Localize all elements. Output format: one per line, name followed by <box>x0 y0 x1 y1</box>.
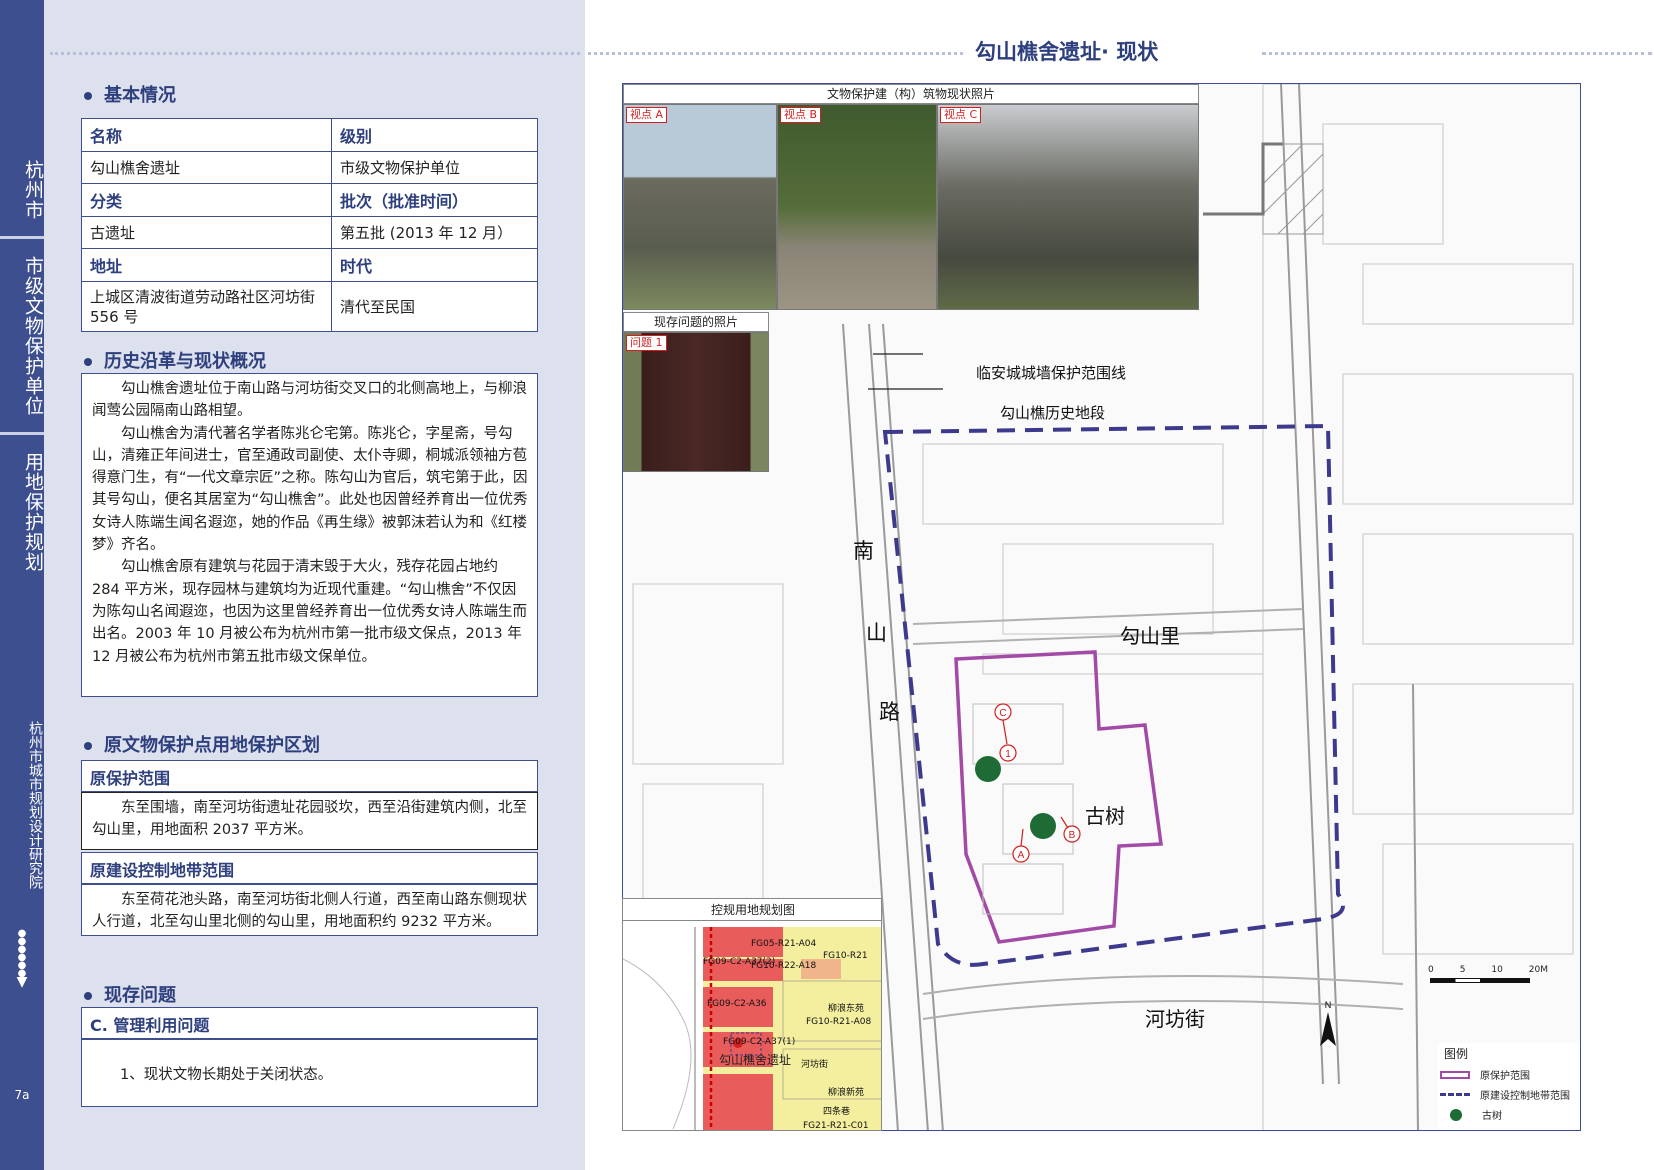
inset-label: 柳浪东苑 <box>828 1004 865 1014</box>
address-value: 上城区清波街道劳动路社区河坊街 556 号 <box>81 281 332 332</box>
road-nanshan-1: 南 <box>853 539 874 563</box>
control-zone-label: 原建设控制地带范围 <box>81 852 538 884</box>
inset-label: FG10-R21 <box>823 951 868 961</box>
marker-a: A <box>1018 850 1025 861</box>
legend-item-protection: 原保护范围 <box>1438 1067 1530 1082</box>
page-number: 7a <box>14 1088 30 1102</box>
legend-title: 图例 <box>1444 1047 1469 1061</box>
era-label: 时代 <box>331 248 538 282</box>
photo-panel-title: 文物保护建（构）筑物现状照片 <box>623 84 1199 104</box>
issue-category-label: C. 管理利用问题 <box>81 1007 538 1039</box>
protection-range-label: 原保护范围 <box>81 760 538 792</box>
scale-tick: 10 <box>1491 965 1503 975</box>
section-protection: 原文物保护点用地保护区划 <box>84 731 320 757</box>
divider-dots <box>50 52 580 55</box>
control-zone-boundary <box>882 423 1345 967</box>
bullet-icon <box>84 992 92 1000</box>
inset-label: FG10-R21-A08 <box>806 1017 872 1027</box>
callout-city-wall: 临安城城墙保护范围线 <box>976 364 1127 382</box>
bullet-icon <box>84 742 92 750</box>
history-paragraph: 勾山樵舍遗址位于南山路与河坊街交叉口的北侧高地上，与柳浪闻莺公园隔南山路相望。 <box>92 381 527 420</box>
basic-info-table: 名称 级别 勾山樵舍遗址 市级文物保护单位 分类 批次（批准时间） 古遗址 第五… <box>81 118 538 332</box>
tree-icon <box>1450 1108 1462 1121</box>
band-organization-label: 杭州市城市规划设计研究院 <box>27 721 43 889</box>
photo-viewpoint-a[interactable]: 视点 A <box>623 104 777 310</box>
page-title: 勾山樵舍遗址· 现状 <box>975 40 1159 64</box>
issues-textbox: 1、现状文物长期处于关闭状态。 <box>81 1039 538 1107</box>
north-label: N <box>1325 1000 1332 1010</box>
batch-value: 第五批 (2013 年 12 月） <box>331 216 538 249</box>
name-value: 勾山樵舍遗址 <box>81 151 332 184</box>
legend-item-control: 原建设控制地带范围 <box>1438 1087 1570 1102</box>
era-value: 清代至民国 <box>331 281 538 332</box>
history-paragraph: 勾山樵舍原有建筑与花园于清末毁于大火，残存花园占地约 284 平方米，现存园林与… <box>92 559 527 665</box>
road-hefang: 河坊街 <box>1145 1007 1205 1031</box>
legend-item-tree: 古树 <box>1438 1107 1502 1122</box>
protection-boundary <box>954 650 1163 944</box>
band-city-label: 杭州市 <box>22 160 44 220</box>
address-label: 地址 <box>81 248 332 282</box>
legend-swatch <box>1440 1093 1470 1096</box>
divider-dots <box>588 52 963 55</box>
section-basic-info: 基本情况 <box>84 81 176 107</box>
inset-landuse-map[interactable]: 控规用地规划图 FG05-R21-A04 FG09-C2-A37(2) FG10… <box>622 898 882 1131</box>
photo-tag-a: 视点 A <box>626 107 668 123</box>
section-history: 历史沿革与现状概况 <box>84 347 266 373</box>
scale-bar: 0 5 10 20M <box>1428 965 1548 995</box>
problem-panel-title: 现存问题的照片 <box>623 312 769 332</box>
inset-site-label: 勾山樵舍遗址 <box>719 1053 792 1067</box>
category-label: 分类 <box>81 183 332 217</box>
band-divider <box>0 236 44 239</box>
category-value: 古遗址 <box>81 216 332 249</box>
history-paragraph: 勾山樵舍为清代著名学者陈兆仑宅第。陈兆仑，字星斋，号勾山，清雍正年间进士，官至通… <box>92 425 528 554</box>
callout-historic-district: 勾山樵历史地段 <box>1000 404 1106 422</box>
inset-label: 四条巷 <box>823 1107 851 1117</box>
inset-label: 柳浪新苑 <box>828 1088 865 1098</box>
control-zone-text: 东至荷花池头路，南至河坊街北侧人行道，西至南山路东侧现状人行道，北至勾山里北侧的… <box>92 892 527 931</box>
scale-tick: 20M <box>1528 965 1548 975</box>
map-legend: 图例 原保护范围 原建设控制地带范围 古树 <box>1438 1043 1580 1129</box>
marker-c: C <box>999 708 1006 719</box>
inset-label: FG09-C2-A36 <box>707 999 767 1009</box>
level-label: 级别 <box>331 118 538 152</box>
band-chapter-label: 用地保护规划 <box>22 452 44 572</box>
scale-tick: 5 <box>1459 965 1466 975</box>
band-unit-label: 市级文物保护单位 <box>22 256 44 416</box>
photo-viewpoint-c[interactable]: 视点 C <box>937 104 1199 310</box>
legend-swatch <box>1440 1070 1470 1079</box>
issue-item: 1、现状文物长期处于关闭状态。 <box>120 1067 333 1083</box>
photo-tag-problem: 问题 1 <box>626 335 667 351</box>
scale-tick: 0 <box>1428 965 1434 975</box>
inset-label: FG05-R21-A04 <box>751 939 817 949</box>
bullet-icon <box>84 92 92 100</box>
protection-range-textbox: 东至围墙，南至河坊街遗址花园驳坎，西至沿街建筑内侧，北至勾山里，用地面积 203… <box>81 792 538 850</box>
photo-tag-c: 视点 C <box>940 107 982 123</box>
inset-label: FG09-C2-A37(1) <box>723 1037 796 1047</box>
section-issues: 现存问题 <box>84 981 176 1007</box>
batch-label: 批次（批准时间） <box>331 183 538 217</box>
road-nanshan-2: 山 <box>866 621 887 645</box>
inset-label: FG21-R21-C01 <box>803 1121 869 1131</box>
control-zone-textbox: 东至荷花池头路，南至河坊街北侧人行道，西至南山路东侧现状人行道，北至勾山里北侧的… <box>81 884 538 936</box>
name-label: 名称 <box>81 118 332 152</box>
marker-1: 1 <box>1005 749 1011 760</box>
photo-problem-1[interactable]: 问题 1 <box>623 332 769 472</box>
divider-dots <box>1262 52 1652 55</box>
bullet-icon <box>84 358 92 366</box>
old-tree-label: 古树 <box>1085 804 1125 828</box>
north-arrow-icon: N <box>1320 1000 1336 1046</box>
inset-label: 河坊街 <box>801 1060 829 1070</box>
road-goushanli: 勾山里 <box>1120 624 1180 648</box>
protection-range-text: 东至围墙，南至河坊街遗址花园驳坎，西至沿街建筑内侧，北至勾山里，用地面积 203… <box>92 800 527 839</box>
level-value: 市级文物保护单位 <box>331 151 538 184</box>
marker-b: B <box>1069 830 1076 841</box>
road-nanshan-3: 路 <box>879 700 900 724</box>
band-dots-icon: ● ● ● ● ● ● ▼ <box>16 928 28 990</box>
photo-viewpoint-b[interactable]: 视点 B <box>777 104 937 310</box>
inset-label: FG10-R22-A18 <box>751 961 817 971</box>
band-divider <box>0 432 44 435</box>
history-textbox: 勾山樵舍遗址位于南山路与河坊街交叉口的北侧高地上，与柳浪闻莺公园隔南山路相望。 … <box>81 373 538 697</box>
photo-tag-b: 视点 B <box>780 107 822 123</box>
